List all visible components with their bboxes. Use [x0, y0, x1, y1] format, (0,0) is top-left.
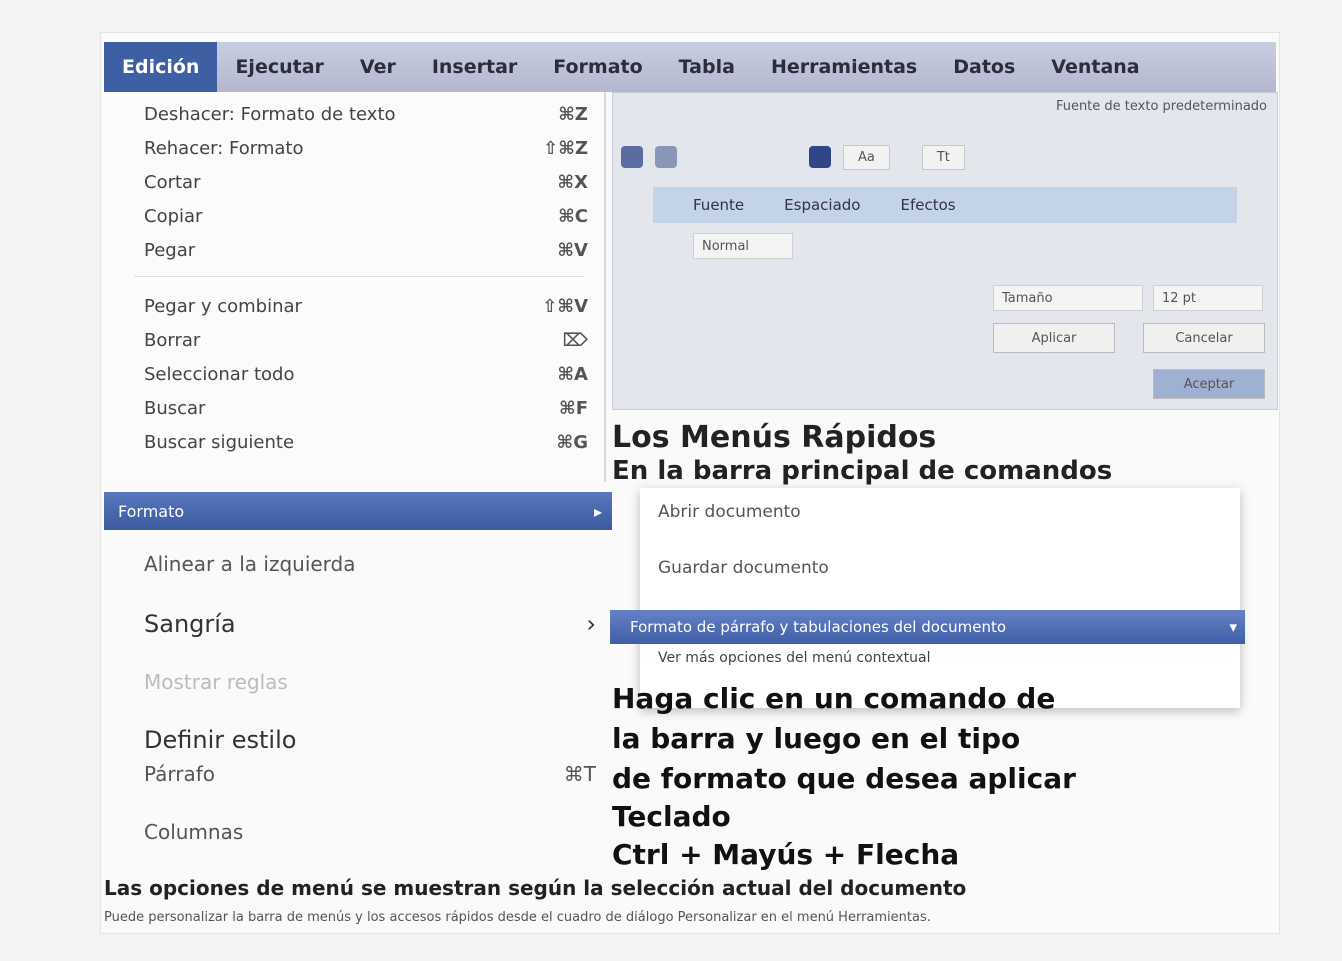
chevron-right-icon: ▸ [593, 501, 602, 521]
menu-item-paste[interactable]: Pegar ⌘V [144, 234, 588, 266]
shortcut: ⇧⌘V [542, 295, 588, 317]
context-item-label: Formato de párrafo y tabulaciones del do… [630, 618, 1007, 636]
submenu-item-define-style[interactable]: Definir estilo [144, 726, 596, 754]
menu-item-paste-merge[interactable]: Pegar y combinar ⇧⌘V [144, 290, 588, 322]
shortcut: ⌘T [563, 762, 596, 786]
toolbar-button[interactable]: Tt [921, 144, 965, 170]
submenu-item-label: Párrafo [144, 762, 216, 786]
tab-spacing[interactable]: Espaciado [784, 196, 860, 214]
context-menu: Abrir documento Guardar documento Format… [610, 488, 1245, 708]
menu-run[interactable]: Ejecutar [217, 42, 341, 92]
format-submenu: Alinear a la izquierda Sangría › Mostrar … [104, 530, 612, 850]
submenu-item-label: Mostrar reglas [144, 670, 288, 694]
shortcut: ⇧⌘Z [543, 137, 588, 159]
menu-item-copy[interactable]: Copiar ⌘C [144, 200, 588, 232]
size-label: Tamaño [993, 285, 1143, 311]
menu-item-label: Rehacer: Formato [144, 137, 304, 159]
submenu-item-indent[interactable]: Sangría › [144, 610, 596, 638]
menu-data[interactable]: Datos [935, 42, 1033, 92]
submenu-item-label: Definir estilo [144, 726, 297, 754]
menu-separator [134, 276, 584, 277]
dialog-tabs: Fuente Espaciado Efectos [653, 187, 1237, 223]
menu-item-find[interactable]: Buscar ⌘F [144, 392, 588, 424]
submenu-item-label: Columnas [144, 820, 244, 844]
menu-item-label: Borrar [144, 329, 201, 351]
menu-view[interactable]: Ver [342, 42, 414, 92]
menu-item-label: Pegar [144, 239, 196, 261]
menu-item-label: Pegar y combinar [144, 295, 302, 317]
tab-effects[interactable]: Efectos [900, 196, 955, 214]
menu-window[interactable]: Ventana [1033, 42, 1157, 92]
context-item-save[interactable]: Guardar documento [658, 558, 829, 578]
menu-edit[interactable]: Edición [104, 42, 218, 92]
menu-bar: Edición Ejecutar Ver Insertar Formato Ta… [104, 42, 1276, 92]
submenu-item-show-rulers[interactable]: Mostrar reglas [144, 670, 596, 694]
shortcut: ⌘A [557, 363, 588, 385]
shortcut: ⌘G [556, 431, 588, 453]
menu-insert[interactable]: Insertar [414, 42, 535, 92]
shortcut: ⌘Z [558, 103, 588, 125]
menu-item-redo[interactable]: Rehacer: Formato ⇧⌘Z [144, 132, 588, 164]
submenu-item-label: Sangría [144, 610, 236, 638]
tab-font[interactable]: Fuente [693, 196, 744, 214]
keyboard-shortcut: Ctrl + Mayús + Flecha [612, 838, 960, 871]
menu-item-clear[interactable]: Borrar ⌦ [144, 324, 588, 356]
chevron-right-icon: › [586, 610, 596, 638]
submenu-item-align-left[interactable]: Alinear a la izquierda [144, 552, 596, 576]
menu-item-select-all[interactable]: Seleccionar todo ⌘A [144, 358, 588, 390]
font-style-field[interactable]: Normal [693, 233, 793, 259]
font-dialog-preview: Fuente de texto predeterminado Aa Tt Fue… [612, 92, 1278, 410]
apply-button[interactable]: Aplicar [993, 323, 1115, 353]
italic-icon[interactable] [655, 146, 677, 168]
menu-item-label: Buscar [144, 397, 206, 419]
bold-icon[interactable] [621, 146, 643, 168]
menu-item-label: Deshacer: Formato de texto [144, 103, 396, 125]
instruction-line: la barra y luego en el tipo [612, 722, 1021, 755]
context-item-more[interactable]: Ver más opciones del menú contextual [658, 650, 931, 666]
menu-item-undo[interactable]: Deshacer: Formato de texto ⌘Z [144, 98, 588, 130]
size-field[interactable]: 12 pt [1153, 285, 1263, 311]
submenu-header[interactable]: Formato ▸ [104, 492, 612, 530]
menu-item-label: Cortar [144, 171, 201, 193]
shortcut: ⌦ [562, 329, 588, 351]
submenu-item-paragraph[interactable]: Párrafo ⌘T [144, 762, 596, 786]
shortcut: ⌘C [558, 205, 588, 227]
dialog-title: Fuente de texto predeterminado [1055, 99, 1267, 114]
submenu-item-label: Alinear a la izquierda [144, 552, 356, 576]
menu-table[interactable]: Tabla [661, 42, 753, 92]
menu-item-cut[interactable]: Cortar ⌘X [144, 166, 588, 198]
context-item-open[interactable]: Abrir documento [658, 502, 801, 522]
toolbar-button[interactable]: Aa [843, 144, 890, 170]
submenu-item-columns[interactable]: Columnas [144, 820, 596, 844]
ok-button[interactable]: Aceptar [1153, 369, 1265, 399]
shortcut: ⌘F [559, 397, 588, 419]
footer-caption: Las opciones de menú se muestran según l… [104, 876, 967, 900]
edit-dropdown: Deshacer: Formato de texto ⌘Z Rehacer: Fo… [104, 92, 606, 482]
menu-tools[interactable]: Herramientas [753, 42, 935, 92]
submenu-header-label: Formato [118, 501, 185, 521]
cancel-button[interactable]: Cancelar [1143, 323, 1265, 353]
dialog-toolbar: Aa Tt [613, 127, 1277, 187]
menu-item-find-next[interactable]: Buscar siguiente ⌘G [144, 426, 588, 458]
context-item-highlighted[interactable]: Formato de párrafo y tabulaciones del do… [610, 610, 1245, 644]
keyboard-heading: Teclado [612, 800, 731, 833]
menu-item-label: Seleccionar todo [144, 363, 295, 385]
menu-item-label: Buscar siguiente [144, 431, 295, 453]
color-icon[interactable] [809, 146, 831, 168]
section-subheading: En la barra principal de comandos [612, 456, 1113, 486]
menu-format[interactable]: Formato [535, 42, 660, 92]
section-heading: Los Menús Rápidos [612, 420, 937, 455]
chevron-down-icon: ▾ [1229, 618, 1237, 636]
instruction-line: Haga clic en un comando de [612, 682, 1056, 715]
shortcut: ⌘X [557, 171, 588, 193]
instruction-line: de formato que desea aplicar [612, 762, 1076, 795]
shortcut: ⌘V [557, 239, 588, 261]
menu-item-label: Copiar [144, 205, 203, 227]
footer-note: Puede personalizar la barra de menús y l… [104, 910, 931, 925]
